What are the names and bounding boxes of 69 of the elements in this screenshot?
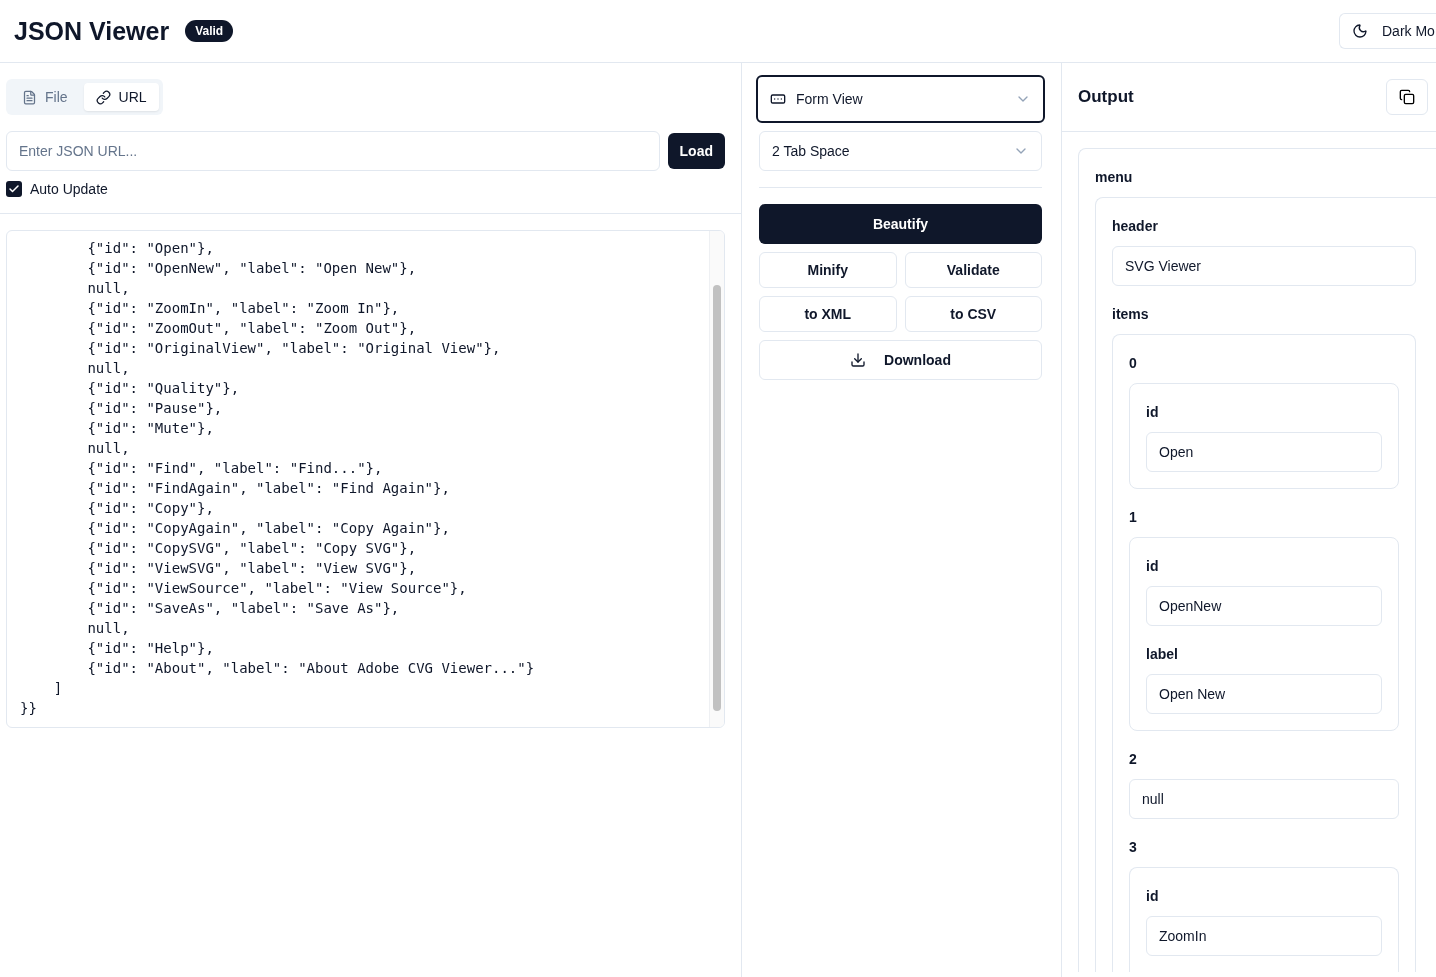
field-key: id: [1146, 888, 1382, 904]
copy-button[interactable]: [1386, 79, 1428, 115]
index-key: 1: [1129, 509, 1399, 525]
code-line: {"id": "Find", "label": "Find..."},: [86, 459, 384, 478]
index-key: 2: [1129, 751, 1399, 767]
value-field[interactable]: ZoomIn: [1146, 916, 1382, 956]
output-title: Output: [1078, 87, 1135, 107]
code-line: {"id": "FindAgain", "label": "Find Again"},: [86, 479, 451, 498]
link-icon: [95, 89, 111, 105]
action-button[interactable]: Download: [759, 340, 1042, 380]
code-line: {"id": "About", "label": "About Adobe CVG Viewer..."}: [86, 659, 536, 678]
check-icon: [8, 183, 20, 195]
form-icon: [770, 91, 786, 107]
index-key: 0: [1129, 355, 1399, 371]
copy-icon: [1399, 89, 1415, 105]
action-button[interactable]: to CSV: [904, 296, 1042, 332]
load-button[interactable]: Load: [667, 133, 725, 169]
value-field[interactable]: null: [1129, 779, 1399, 819]
code-line: {"id": "OriginalView", "label": "Original View"},: [86, 339, 502, 358]
action-button[interactable]: Validate: [904, 252, 1042, 288]
field-key: items: [1112, 306, 1424, 322]
auto-update-checkbox[interactable]: [6, 181, 22, 197]
dark-mode-button[interactable]: Dark Mo: [1339, 13, 1436, 49]
code-line: {"id": "Open"},: [86, 239, 215, 258]
value-field[interactable]: Open: [1146, 432, 1382, 472]
value-field[interactable]: Open New: [1146, 674, 1382, 714]
field-key: header: [1112, 218, 1424, 234]
view-select[interactable]: Form View: [756, 75, 1045, 123]
code-line: {"id": "ZoomIn", "label": "Zoom In"},: [86, 299, 401, 318]
action-button[interactable]: to XML: [759, 296, 897, 332]
code-line: {"id": "SaveAs", "label": "Save As"},: [86, 599, 401, 618]
value-field[interactable]: SVG Viewer: [1112, 246, 1416, 286]
code-line: {"id": "CopySVG", "label": "Copy SVG"},: [86, 539, 418, 558]
action-button[interactable]: Minify: [759, 252, 897, 288]
code-line: null,: [86, 359, 131, 378]
url-input-field[interactable]: Enter JSON URL...: [6, 131, 660, 171]
json-editor[interactable]: [6, 230, 725, 728]
code-line: {"id": "ZoomOut", "label": "Zoom Out"},: [86, 319, 418, 338]
moon-icon: [1352, 23, 1368, 39]
value-field[interactable]: OpenNew: [1146, 586, 1382, 626]
indent-select[interactable]: 2 Tab Space: [759, 131, 1042, 171]
field-key: label: [1146, 646, 1382, 662]
scrollbar[interactable]: [709, 231, 724, 727]
code-line: {"id": "Pause"},: [86, 399, 224, 418]
checkbox-label: Auto Update: [30, 181, 108, 197]
code-line: {"id": "Quality"},: [86, 379, 241, 398]
field-key: id: [1146, 558, 1382, 574]
source-tab[interactable]: File: [10, 83, 80, 111]
status-badge: Valid: [185, 20, 234, 42]
code-line: {"id": "OpenNew", "label": "Open New"},: [86, 259, 418, 278]
code-line: {"id": "Help"},: [86, 639, 215, 658]
code-line: {"id": "Copy"},: [86, 499, 215, 518]
code-line: {"id": "CopyAgain", "label": "Copy Again"},: [86, 519, 451, 538]
index-key: 3: [1129, 839, 1399, 855]
code-line: {"id": "ViewSource", "label": "View Source"},: [86, 579, 468, 598]
code-line: ]: [52, 679, 64, 698]
field-key: menu: [1095, 169, 1430, 185]
file-icon: [22, 89, 37, 105]
code-line: {"id": "ViewSVG", "label": "View SVG"},: [86, 559, 418, 578]
field-key: id: [1146, 404, 1382, 420]
download-icon: [850, 352, 867, 368]
code-line: null,: [86, 619, 131, 638]
code-line: }}: [20, 699, 38, 718]
action-button[interactable]: Beautify: [759, 204, 1042, 244]
code-line: null,: [86, 439, 131, 458]
app-title: JSON Viewer: [14, 16, 170, 46]
source-tab[interactable]: URL: [83, 83, 159, 111]
code-line: {"id": "Mute"},: [86, 419, 215, 438]
code-line: null,: [86, 279, 131, 298]
